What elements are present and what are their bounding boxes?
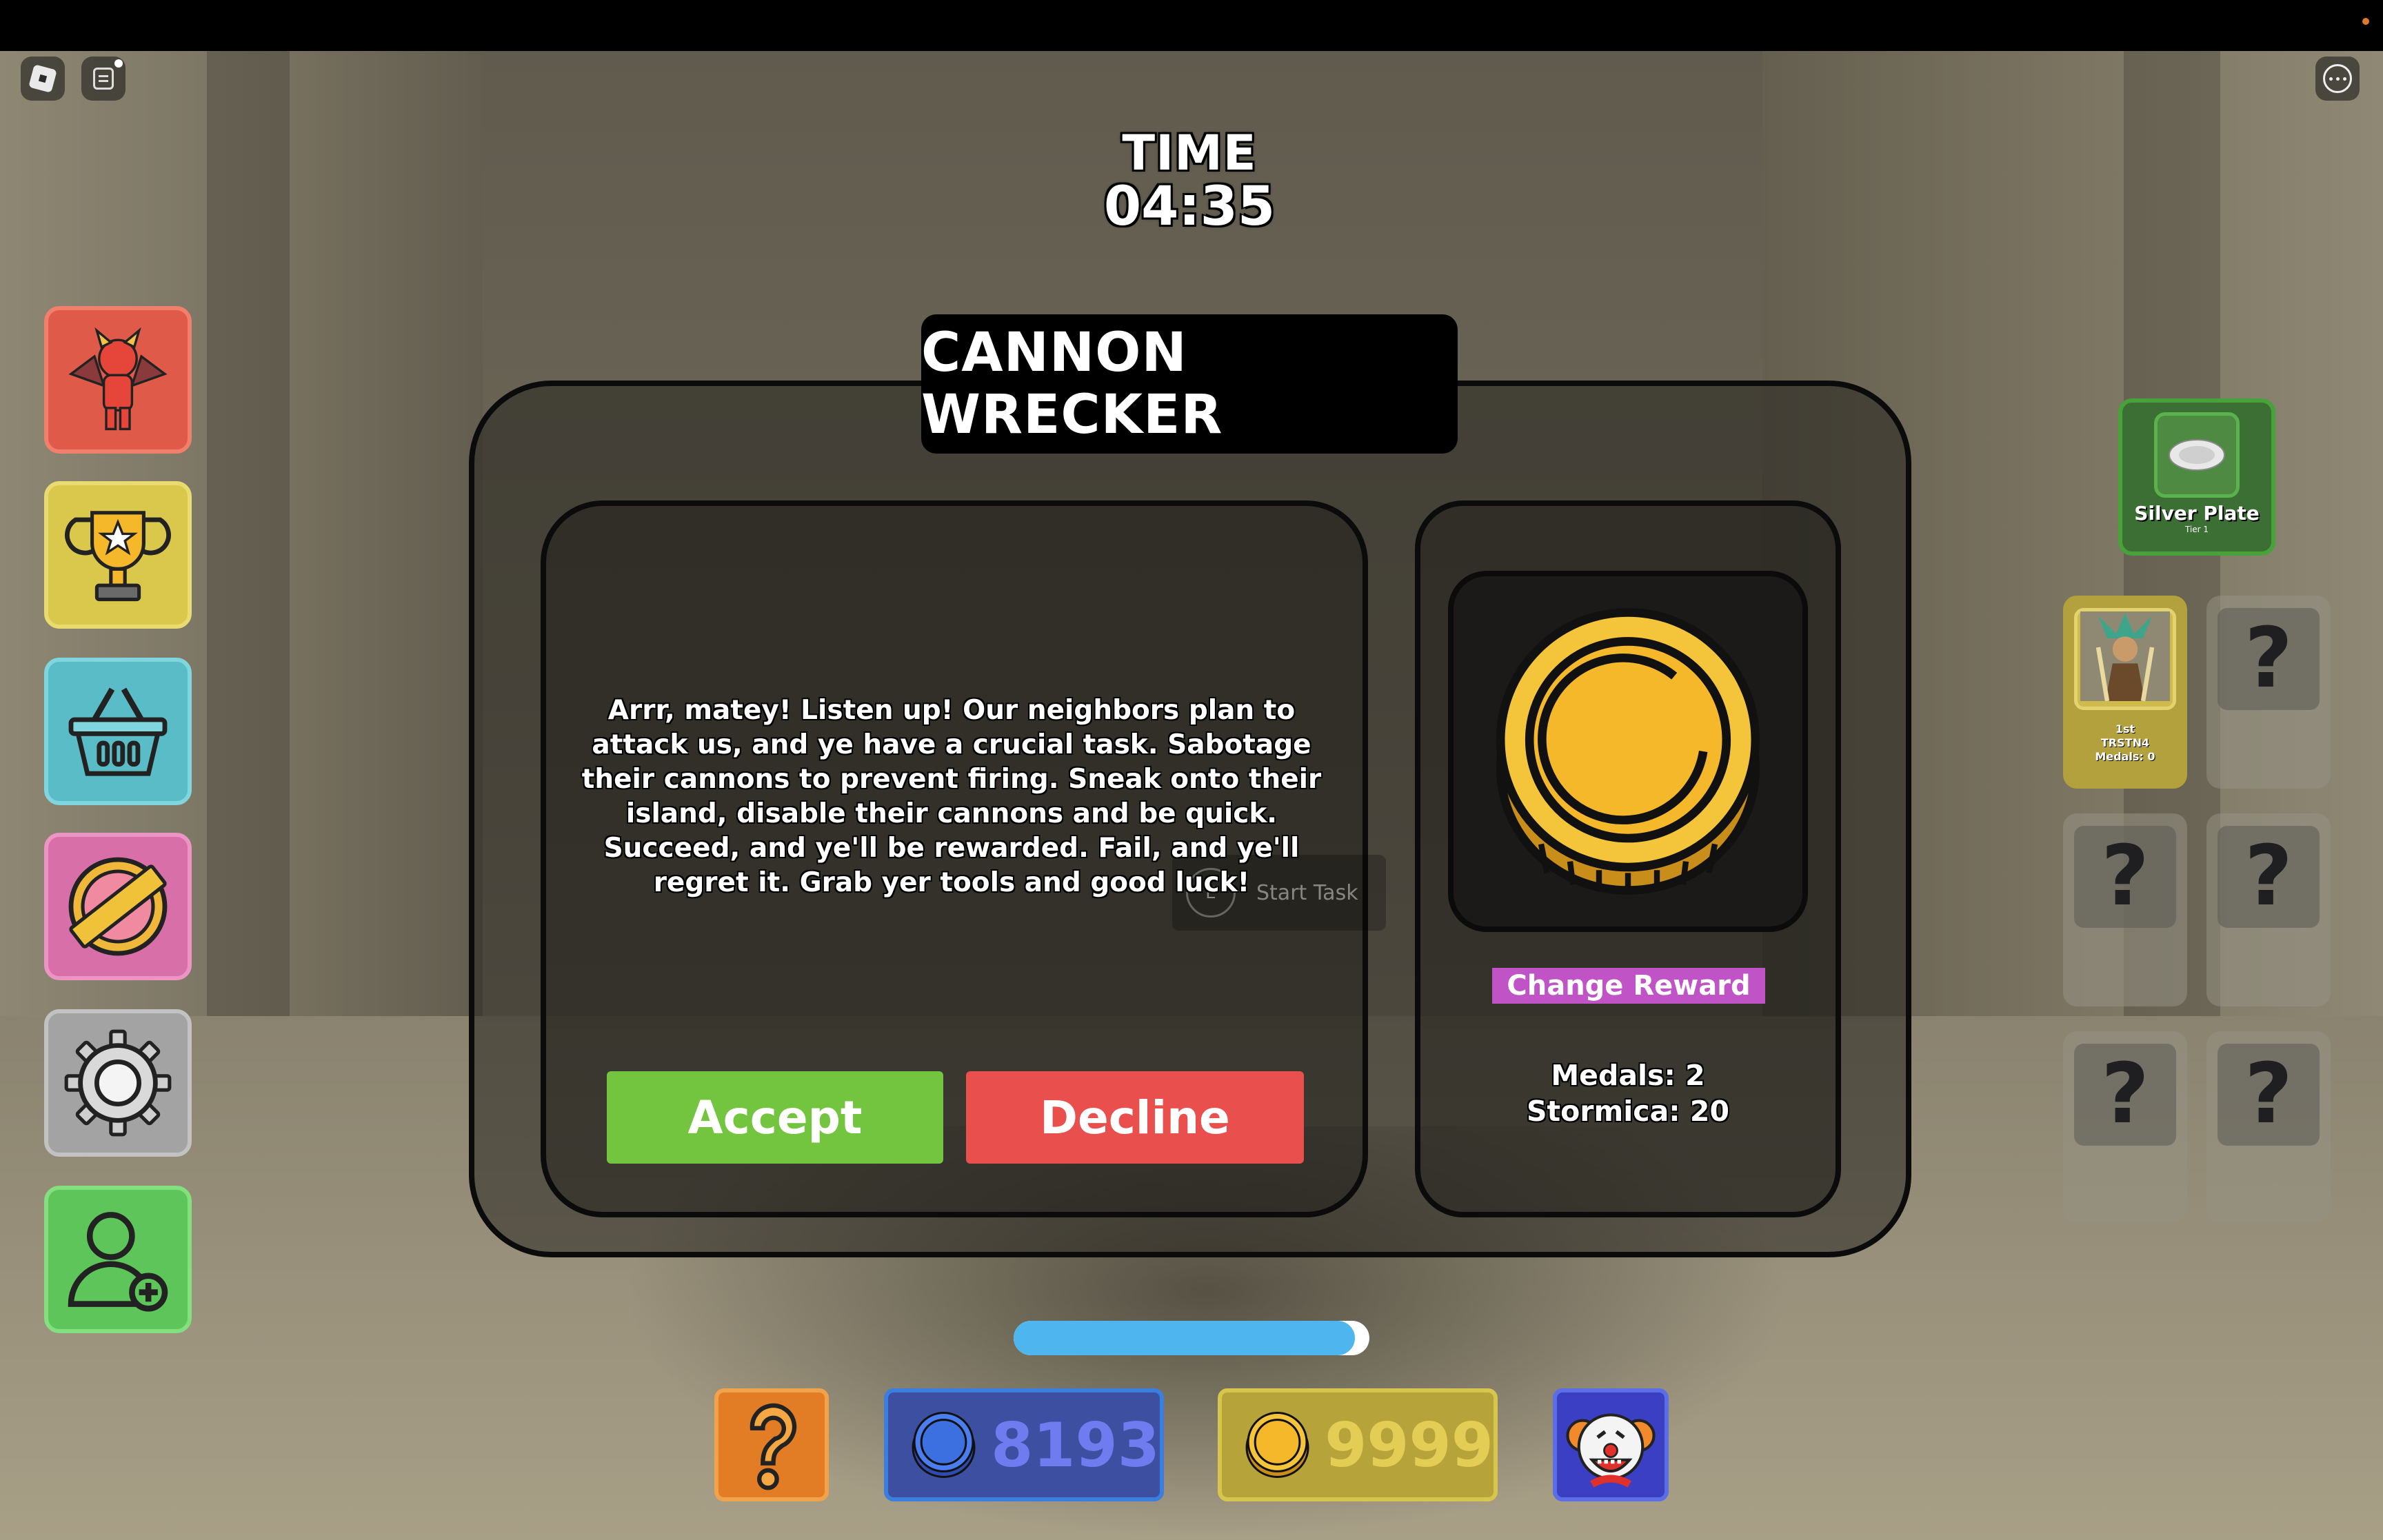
slot-medals: Medals: 0 [2095,750,2155,763]
inventory-slot[interactable]: ? [2206,596,2331,789]
locked-slot-label: ? [2218,608,2320,710]
add-friend-icon [68,1212,168,1312]
blue-coin-balance: 8193 [884,1388,1164,1501]
slot-rank: 1st [2115,722,2135,736]
shop-menu-button[interactable] [44,658,192,805]
locked-slot-label: ? [2074,1044,2176,1146]
gold-coin-icon [1496,608,1760,895]
chat-icon [93,68,114,90]
help-button[interactable] [714,1388,829,1501]
locked-slot-label: ? [2074,826,2176,928]
add-friend-menu-button[interactable] [44,1186,192,1333]
top-bar [0,0,2383,51]
featured-item-tier: Tier 1 [2184,525,2209,534]
inventory-slot[interactable]: ? [2063,1031,2187,1223]
exclusive-badge-icon [68,857,168,956]
recording-dot [2362,18,2369,25]
featured-item-card[interactable]: Silver Plate Tier 1 [2118,398,2275,556]
trophy-icon [65,511,171,602]
chat-button[interactable] [81,57,125,101]
clown-event-button[interactable] [1553,1388,1669,1501]
settings-menu-button[interactable] [44,1009,192,1157]
progress-bar [1014,1321,1369,1355]
more-options-button[interactable] [2315,57,2360,101]
silver-plate-icon [2169,439,2225,471]
accept-button[interactable]: Accept [607,1071,943,1164]
round-timer: TIME 04:35 [1076,128,1303,235]
timer-label: TIME [1122,125,1257,181]
reward-medals: Medals: 2 [1551,1059,1705,1092]
question-mark-icon [750,1403,797,1490]
gold-coin-count: 9999 [1325,1409,1494,1481]
decline-button[interactable]: Decline [966,1071,1304,1164]
roblox-logo-icon [28,64,57,93]
shop-basket-icon [68,687,168,776]
inventory-slot[interactable]: ? [2063,813,2187,1006]
more-icon [2323,64,2352,93]
chat-notification-dot [114,59,123,68]
timer-value: 04:35 [1103,175,1276,238]
inventory-slot[interactable]: 1st TRSTN4 Medals: 0 [2063,596,2187,789]
quest-description: Arrr, matey! Listen up! Our neighbors pl… [581,695,1322,898]
locked-slot-label: ? [2218,826,2320,928]
progress-fill [1014,1321,1356,1355]
gold-coin-balance: 9999 [1218,1388,1498,1501]
exclusive-menu-button[interactable] [44,833,192,980]
devil-menu-button[interactable] [44,306,192,454]
blue-coin-count: 8193 [991,1409,1160,1481]
locked-slot-label: ? [2218,1044,2320,1146]
reward-icon-frame [1448,571,1808,932]
quest-title: CANNON WRECKER [921,314,1458,454]
avatar-icon [2080,611,2170,702]
gold-coin-icon [1245,1411,1309,1479]
blue-coin-icon [912,1411,976,1479]
reward-stats: Medals: 2 Stormica: 20 [1448,1057,1808,1129]
silver-plate-thumbnail [2154,412,2240,498]
featured-item-name: Silver Plate [2134,502,2260,525]
slot-player-name: TRSTN4 [2100,736,2150,749]
trophy-menu-button[interactable] [44,481,192,629]
change-reward-button[interactable]: Change Reward [1492,968,1765,1004]
inventory-slot[interactable]: ? [2206,813,2331,1006]
clown-icon [1566,1413,1656,1488]
roblox-menu-button[interactable] [21,57,65,101]
player-avatar [2074,608,2176,710]
reward-stormica: Stormica: 20 [1527,1095,1729,1128]
inventory-slot[interactable]: ? [2206,1031,2331,1223]
devil-icon [68,327,168,431]
settings-gear-icon [64,1029,172,1137]
